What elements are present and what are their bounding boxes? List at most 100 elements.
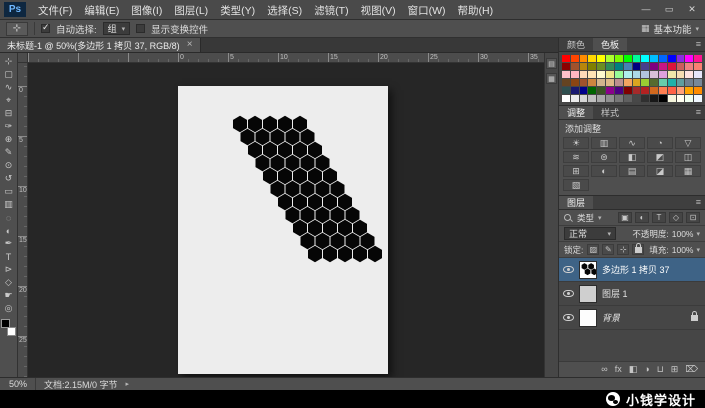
- color-swatch[interactable]: [668, 95, 676, 102]
- color-swatch[interactable]: [659, 95, 667, 102]
- quick-selection-tool[interactable]: ⌖: [1, 94, 17, 107]
- show-transform-checkbox[interactable]: [136, 24, 145, 33]
- move-tool-icon[interactable]: ⊹: [6, 22, 28, 36]
- color-swatch[interactable]: [597, 63, 605, 70]
- menu-item[interactable]: 选择(S): [261, 5, 308, 17]
- color-swatch[interactable]: [580, 71, 588, 78]
- color-swatch[interactable]: [677, 87, 685, 94]
- color-swatch[interactable]: [571, 55, 579, 62]
- color-swatch[interactable]: [650, 95, 658, 102]
- tab-styles[interactable]: 样式: [593, 106, 627, 119]
- document-info[interactable]: 文档:2.15M/0 字节: [44, 378, 118, 391]
- lasso-tool[interactable]: ∿: [1, 81, 17, 94]
- document-canvas[interactable]: [178, 86, 388, 374]
- color-swatch[interactable]: [580, 87, 588, 94]
- layer-row[interactable]: 多边形 1 拷贝 37: [559, 258, 705, 282]
- color-swatch[interactable]: [597, 95, 605, 102]
- color-swatch[interactable]: [624, 63, 632, 70]
- visibility-eye-icon[interactable]: [563, 266, 574, 273]
- menu-item[interactable]: 编辑(E): [78, 5, 125, 17]
- black-white-icon[interactable]: ◧: [619, 151, 645, 163]
- filter-adjustment-layers-icon[interactable]: ◐: [635, 212, 649, 223]
- color-swatch[interactable]: [615, 87, 623, 94]
- photoshop-logo[interactable]: Ps: [4, 2, 26, 17]
- photo-filter-icon[interactable]: ◩: [647, 151, 673, 163]
- filter-pixel-layers-icon[interactable]: ▣: [618, 212, 632, 223]
- tab-layers[interactable]: 图层: [559, 196, 593, 209]
- new-layer-icon[interactable]: ⊞: [671, 365, 679, 374]
- lock-transparent-pixels-icon[interactable]: ▨: [587, 244, 599, 255]
- color-swatch[interactable]: [633, 95, 641, 102]
- color-swatch[interactable]: [668, 63, 676, 70]
- layer-row[interactable]: 图层 1: [559, 282, 705, 306]
- color-swatch[interactable]: [633, 87, 641, 94]
- color-swatch[interactable]: [677, 79, 685, 86]
- hue-saturation-icon[interactable]: ≋: [563, 151, 589, 163]
- invert-icon[interactable]: ◐: [591, 165, 617, 177]
- color-swatch[interactable]: [668, 87, 676, 94]
- link-layers-icon[interactable]: ∞: [601, 365, 607, 374]
- color-swatch[interactable]: [633, 79, 641, 86]
- color-swatch[interactable]: [606, 63, 614, 70]
- foreground-color-chip[interactable]: [1, 319, 10, 328]
- layer-effects-icon[interactable]: fx: [615, 365, 622, 374]
- menu-item[interactable]: 图像(I): [125, 5, 168, 17]
- tab-swatches[interactable]: 色板: [593, 38, 627, 51]
- gradient-tool[interactable]: ▥: [1, 198, 17, 211]
- color-swatch[interactable]: [685, 55, 693, 62]
- color-swatch[interactable]: [659, 79, 667, 86]
- close-button[interactable]: ✕: [686, 4, 698, 15]
- menu-item[interactable]: 视图(V): [355, 5, 402, 17]
- color-swatch[interactable]: [624, 71, 632, 78]
- eyedropper-tool[interactable]: ✑: [1, 120, 17, 133]
- color-swatch[interactable]: [650, 79, 658, 86]
- visibility-eye-icon[interactable]: [563, 290, 574, 297]
- color-swatch[interactable]: [668, 79, 676, 86]
- color-swatch[interactable]: [562, 87, 570, 94]
- color-swatch[interactable]: [659, 63, 667, 70]
- color-swatch[interactable]: [588, 79, 596, 86]
- color-swatch[interactable]: [641, 55, 649, 62]
- color-balance-icon[interactable]: ⊜: [591, 151, 617, 163]
- filter-shape-layers-icon[interactable]: ◇: [669, 212, 683, 223]
- color-swatch[interactable]: [571, 95, 579, 102]
- status-arrow-icon[interactable]: ▸: [126, 380, 130, 388]
- color-swatch[interactable]: [588, 87, 596, 94]
- color-swatch[interactable]: [641, 63, 649, 70]
- levels-icon[interactable]: ▥: [591, 137, 617, 149]
- color-swatch[interactable]: [641, 71, 649, 78]
- properties-panel-icon[interactable]: ▦: [546, 73, 557, 84]
- add-layer-mask-icon[interactable]: ◧: [629, 365, 638, 374]
- filter-smart-objects-icon[interactable]: ⊡: [686, 212, 700, 223]
- menu-item[interactable]: 文件(F): [32, 5, 78, 17]
- color-swatch[interactable]: [694, 71, 702, 78]
- color-swatch[interactable]: [571, 87, 579, 94]
- color-swatch[interactable]: [694, 55, 702, 62]
- move-tool[interactable]: ⊹: [1, 55, 17, 68]
- zoom-tool[interactable]: ◎: [1, 302, 17, 315]
- tab-close-icon[interactable]: ×: [187, 40, 193, 50]
- maximize-button[interactable]: ▭: [663, 4, 675, 15]
- color-swatch[interactable]: [694, 87, 702, 94]
- color-swatch[interactable]: [597, 79, 605, 86]
- shape-tool[interactable]: ◇: [1, 276, 17, 289]
- color-swatch[interactable]: [580, 95, 588, 102]
- delete-layer-icon[interactable]: ⌦: [685, 365, 698, 374]
- color-swatch[interactable]: [615, 71, 623, 78]
- horizontal-ruler[interactable]: 05101520253035: [28, 53, 544, 63]
- history-panel-icon[interactable]: ▤: [546, 58, 557, 69]
- color-swatch[interactable]: [633, 55, 641, 62]
- panel-menu-icon[interactable]: ≡: [696, 39, 701, 49]
- color-swatch[interactable]: [571, 79, 579, 86]
- color-swatch[interactable]: [668, 55, 676, 62]
- blur-tool[interactable]: ◌: [1, 211, 17, 224]
- filter-type-layers-icon[interactable]: T: [652, 212, 666, 223]
- canvas-area[interactable]: [28, 63, 544, 377]
- crop-tool[interactable]: ⊟: [1, 107, 17, 120]
- color-swatch[interactable]: [606, 79, 614, 86]
- color-swatch[interactable]: [624, 79, 632, 86]
- color-swatch[interactable]: [615, 79, 623, 86]
- color-swatch[interactable]: [694, 63, 702, 70]
- color-swatch[interactable]: [641, 87, 649, 94]
- new-group-icon[interactable]: ⊔: [657, 365, 664, 374]
